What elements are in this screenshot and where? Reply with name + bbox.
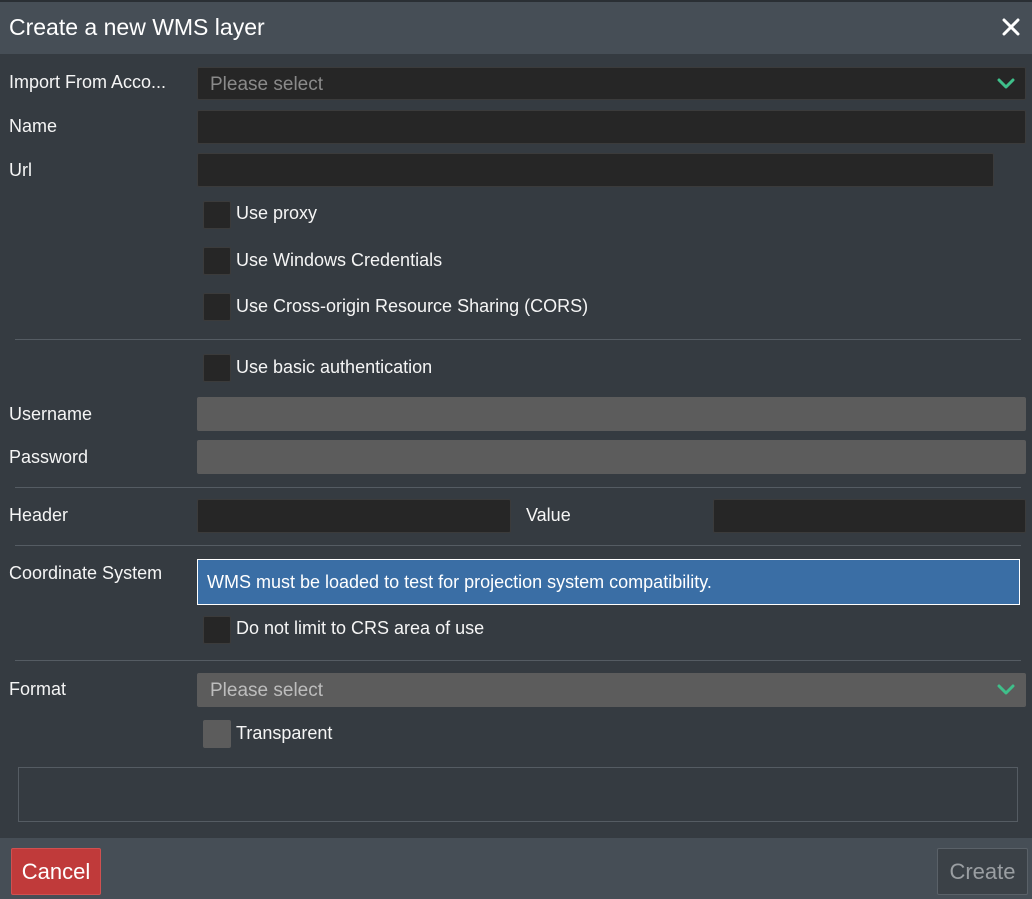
cancel-button[interactable]: Cancel <box>11 848 101 895</box>
use-proxy-checkbox[interactable] <box>203 201 231 229</box>
use-basic-auth-checkbox[interactable] <box>203 354 231 382</box>
coordinate-system-info: WMS must be loaded to test for projectio… <box>197 559 1020 605</box>
url-label: Url <box>9 160 32 180</box>
message-area <box>18 767 1018 822</box>
dialog-title: Create a new WMS layer <box>9 14 265 40</box>
name-input[interactable] <box>197 110 1026 144</box>
create-button[interactable]: Create <box>937 848 1028 895</box>
url-input[interactable] <box>197 153 994 187</box>
import-from-account-select[interactable]: Please select <box>197 67 1026 100</box>
use-cors-checkbox[interactable] <box>203 293 231 321</box>
username-input <box>197 397 1026 431</box>
dialog-footer: Cancel Create <box>0 838 1032 899</box>
divider <box>15 545 1021 546</box>
username-label: Username <box>9 404 93 424</box>
password-input <box>197 440 1026 474</box>
value-label: Value <box>526 505 571 525</box>
coordinate-system-message: WMS must be loaded to test for projectio… <box>207 572 712 592</box>
use-basic-auth-label[interactable]: Use basic authentication <box>236 357 432 378</box>
format-select: Please select <box>197 673 1026 707</box>
do-not-limit-crs-label[interactable]: Do not limit to CRS area of use <box>236 618 484 639</box>
do-not-limit-crs-checkbox[interactable] <box>203 616 231 644</box>
transparent-checkbox <box>203 720 231 748</box>
password-label: Password <box>9 447 89 467</box>
use-windows-credentials-label[interactable]: Use Windows Credentials <box>236 250 442 271</box>
transparent-label: Transparent <box>236 723 333 743</box>
header-label: Header <box>9 505 69 525</box>
divider <box>15 487 1021 488</box>
value-input[interactable] <box>713 499 1026 533</box>
name-label: Name <box>9 116 58 136</box>
import-from-account-placeholder: Please select <box>210 74 324 95</box>
chevron-down-icon <box>997 684 1015 695</box>
use-windows-credentials-checkbox[interactable] <box>203 247 231 275</box>
create-wms-layer-dialog: Create a new WMS layer Import From Acco.… <box>0 0 1032 899</box>
use-proxy-label[interactable]: Use proxy <box>236 203 317 224</box>
format-label: Format <box>9 679 67 699</box>
chevron-down-icon <box>997 78 1015 89</box>
use-cors-label[interactable]: Use Cross-origin Resource Sharing (CORS) <box>236 296 588 317</box>
coordinate-system-label: Coordinate System <box>9 563 163 583</box>
close-icon[interactable] <box>1000 16 1022 38</box>
header-input[interactable] <box>197 499 511 533</box>
dialog-titlebar: Create a new WMS layer <box>0 0 1032 54</box>
divider <box>15 339 1021 340</box>
format-placeholder: Please select <box>210 680 324 701</box>
divider <box>15 660 1021 661</box>
import-from-account-label: Import From Acco... <box>9 72 167 92</box>
